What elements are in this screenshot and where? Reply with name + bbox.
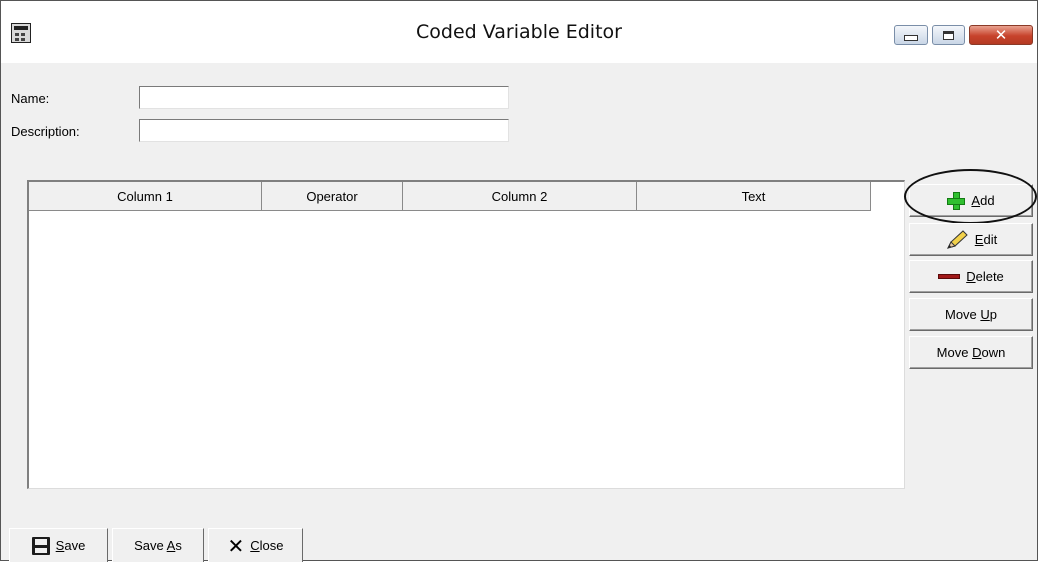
plus-icon: [947, 191, 966, 210]
column-header-column-1[interactable]: Column 1: [29, 182, 262, 211]
minimize-button[interactable]: [894, 25, 928, 45]
pencil-icon: [946, 229, 968, 249]
close-window-button[interactable]: ✕: [969, 25, 1033, 45]
save-button[interactable]: Save: [9, 528, 108, 562]
delete-button[interactable]: Delete: [909, 260, 1033, 293]
name-label: Name:: [11, 91, 50, 106]
title-bar[interactable]: Coded Variable Editor ✕: [1, 1, 1037, 63]
column-header-column-2[interactable]: Column 2: [403, 182, 637, 211]
close-button[interactable]: ✕ Close: [208, 528, 303, 562]
window-title: Coded Variable Editor: [416, 21, 622, 43]
coded-variable-editor-window: Coded Variable Editor ✕ Name: Descriptio…: [0, 0, 1038, 562]
maximize-icon: [943, 30, 954, 40]
x-icon: ✕: [227, 533, 245, 558]
edit-button[interactable]: Edit: [909, 223, 1033, 256]
grid-header: Column 1 Operator Column 2 Text: [29, 182, 871, 211]
conditions-grid[interactable]: Column 1 Operator Column 2 Text: [27, 180, 905, 489]
move-down-button[interactable]: Move Down: [909, 336, 1033, 369]
name-input[interactable]: [139, 86, 509, 109]
maximize-button[interactable]: [932, 25, 965, 45]
add-button[interactable]: Add: [909, 184, 1033, 217]
close-icon: ✕: [994, 25, 1008, 44]
description-input[interactable]: [139, 119, 509, 142]
minus-icon: [938, 274, 961, 279]
move-up-button[interactable]: Move Up: [909, 298, 1033, 331]
save-as-button[interactable]: Save As: [112, 528, 204, 562]
column-header-text[interactable]: Text: [637, 182, 871, 211]
description-label: Description:: [11, 124, 80, 139]
column-header-operator[interactable]: Operator: [262, 182, 403, 211]
minimize-icon: [904, 35, 918, 41]
floppy-disk-icon: [31, 536, 50, 555]
